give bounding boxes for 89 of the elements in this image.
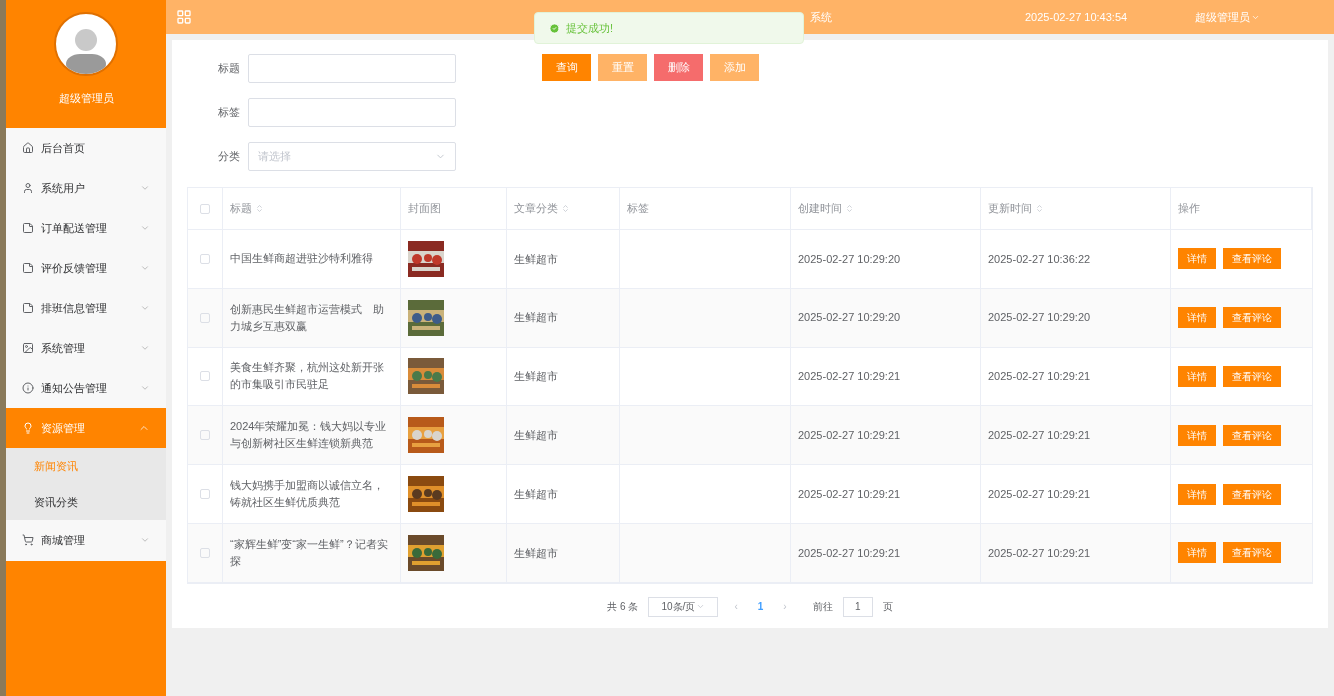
table-cell-text: 美食生鲜齐聚，杭州这处新开张的市集吸引市民驻足 [230, 360, 385, 393]
row-action-button[interactable]: 详情 [1178, 307, 1216, 329]
row-action-button[interactable]: 详情 [1178, 248, 1216, 270]
table-cell-text: 2025-02-27 10:29:21 [798, 369, 901, 385]
column-header[interactable]: 更新时间 [988, 200, 1044, 217]
row-action-button[interactable]: 详情 [1178, 542, 1216, 564]
total-count: 共 6 条 [607, 600, 639, 615]
row-action-button[interactable]: 查看评论 [1223, 248, 1281, 270]
user-name: 超级管理员 [58, 91, 114, 106]
user-menu[interactable]: 超级管理员 [1195, 8, 1261, 26]
checkbox[interactable] [200, 430, 210, 441]
sort-icon[interactable] [561, 204, 570, 213]
sidebar-item[interactable]: 订单配送管理 [6, 208, 166, 248]
column-header[interactable]: 文章分类 [514, 200, 570, 217]
input-field[interactable] [248, 98, 456, 127]
sidebar-item[interactable]: 通知公告管理 [6, 368, 166, 408]
checkbox[interactable] [200, 253, 210, 264]
row-action-button[interactable]: 查看评论 [1223, 366, 1281, 387]
table-cell-text: 2024年荣耀加冕：钱大妈以专业与创新树社区生鲜连锁新典范 [230, 419, 388, 452]
action-button[interactable]: 删除 [654, 54, 703, 81]
table-cell-text: 2025-02-27 10:29:21 [798, 428, 901, 444]
table-cell-text: 生鲜超市 [514, 251, 558, 267]
next-page-button[interactable]: › [777, 599, 793, 615]
checkbox[interactable] [200, 312, 210, 323]
table-cell-text: 生鲜超市 [514, 545, 558, 561]
prev-page-button[interactable]: ‹ [728, 599, 744, 615]
row-action-button[interactable]: 详情 [1178, 424, 1216, 446]
submenu-item[interactable]: 新闻资讯 [6, 448, 166, 484]
action-button[interactable]: 查询 [542, 54, 591, 81]
submenu-item[interactable]: 资讯分类 [6, 484, 166, 520]
column-header[interactable]: 标题 [230, 200, 264, 217]
goto-label: 前往 [812, 600, 833, 615]
column-header[interactable]: 创建时间 [798, 200, 854, 217]
toast-message: 提交成功! [566, 20, 614, 36]
filter-label: 标题 [217, 61, 241, 77]
table-cell-text: 2025-02-27 10:29:20 [798, 251, 901, 267]
sidebar-item[interactable]: 资源管理 [6, 408, 166, 448]
table-cell-text: 生鲜超市 [514, 369, 558, 385]
checkbox[interactable] [200, 489, 210, 500]
success-icon [549, 22, 560, 34]
page-suffix: 页 [882, 600, 893, 615]
page-number[interactable]: 1 [753, 599, 768, 615]
app-title: 系统 [810, 9, 832, 25]
column-header: 标签 [627, 201, 649, 217]
page-input[interactable]: 1 [842, 596, 873, 617]
table-cell-text: 2025-02-27 10:29:21 [988, 545, 1091, 561]
table-cell-text: 生鲜超市 [514, 428, 558, 444]
row-action-button[interactable]: 查看评论 [1223, 542, 1281, 564]
row-action-button[interactable]: 查看评论 [1223, 307, 1281, 329]
sort-icon[interactable] [255, 204, 264, 213]
table-cell-text: 生鲜超市 [514, 310, 558, 326]
row-action-button[interactable]: 查看评论 [1223, 483, 1281, 505]
table-cell-text: 中国生鲜商超进驻沙特利雅得 [230, 251, 373, 267]
table-cell-text: 2025-02-27 10:29:21 [988, 369, 1091, 385]
table-cell-text: 2025-02-27 10:29:21 [988, 428, 1091, 444]
table-cell-text: 2025-02-27 10:29:21 [798, 545, 901, 561]
page-size-select[interactable]: 10条/页 [648, 596, 719, 617]
table-cell-text: 2025-02-27 10:29:21 [988, 486, 1091, 502]
sidebar-item[interactable]: 系统管理 [6, 328, 166, 368]
filter-label: 分类 [217, 149, 241, 165]
table-cell-text: 钱大妈携手加盟商以诚信立名，铸就社区生鲜优质典范 [230, 478, 385, 511]
column-header: 封面图 [408, 201, 441, 217]
table-cell-text: “家辉生鲜”变“家一生鲜”？记者实探 [230, 536, 389, 569]
checkbox[interactable] [200, 203, 210, 214]
action-button[interactable]: 重置 [598, 54, 647, 81]
row-action-button[interactable]: 详情 [1178, 483, 1216, 505]
action-button[interactable]: 添加 [710, 54, 759, 81]
sidebar-item[interactable]: 系统用户 [6, 168, 166, 208]
table-cell-text: 2025-02-27 10:36:22 [988, 251, 1091, 267]
checkbox[interactable] [200, 547, 210, 558]
filter-label: 标签 [217, 105, 241, 121]
table-cell-text: 创新惠民生鲜超市运营模式 助力城乡互惠双赢 [230, 301, 385, 334]
sidebar-item[interactable]: 后台首页 [6, 128, 166, 168]
sidebar-item[interactable]: 商城管理 [6, 520, 166, 560]
table-cell-text: 2025-02-27 10:29:21 [798, 486, 901, 502]
row-action-button[interactable]: 查看评论 [1223, 424, 1281, 446]
datetime: 2025-02-27 10:43:54 [1025, 9, 1128, 25]
table-cell-text: 生鲜超市 [514, 486, 558, 502]
row-action-button[interactable]: 详情 [1178, 366, 1216, 387]
sidebar-item[interactable]: 评价反馈管理 [6, 248, 166, 288]
sort-icon[interactable] [1035, 204, 1044, 213]
sidebar-item[interactable]: 排班信息管理 [6, 288, 166, 328]
column-header: 操作 [1178, 201, 1200, 217]
input-field[interactable] [248, 54, 456, 83]
table-cell-text: 2025-02-27 10:29:20 [798, 310, 901, 326]
grid-icon[interactable] [176, 9, 192, 25]
sort-icon[interactable] [845, 204, 854, 213]
table-cell-text: 2025-02-27 10:29:20 [988, 310, 1091, 326]
checkbox[interactable] [200, 371, 210, 382]
